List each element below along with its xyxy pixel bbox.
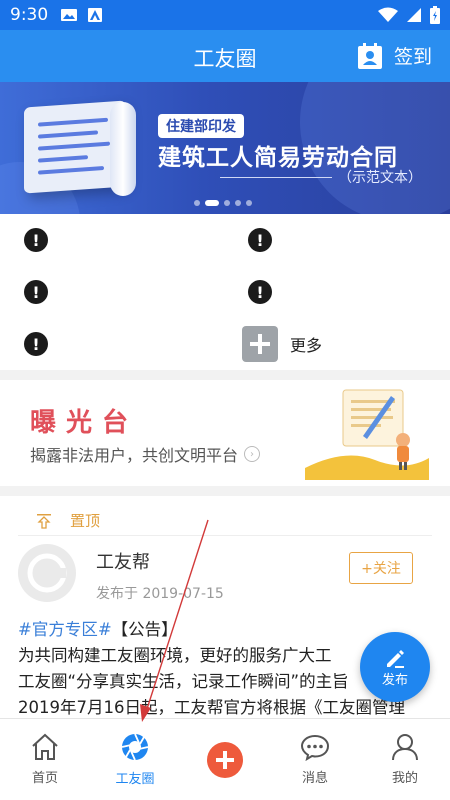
plus-icon (207, 741, 243, 778)
plus-icon (242, 326, 278, 362)
shortcut-item[interactable]: ! (24, 228, 48, 252)
alert-icon: ! (24, 332, 48, 356)
app-screen: 9:30 工友圈 签到 住建部印发 建筑工人简易劳动合同 （示范文本） ! ! … (0, 0, 450, 800)
nav-item-messages[interactable]: 消息 (270, 719, 360, 800)
carousel-dot[interactable] (246, 200, 252, 206)
nav-item-me[interactable]: 我的 (360, 719, 450, 800)
carousel-dot-active[interactable] (205, 200, 219, 206)
carousel-dot[interactable] (194, 200, 200, 206)
post-topic-tag[interactable]: #官方专区# (18, 620, 112, 639)
banner-subtitle: （示范文本） (338, 170, 422, 186)
pin-top-icon (37, 513, 51, 529)
post-line[interactable]: 为共同构建工友圈环境，更好的服务广大工 (18, 642, 332, 666)
home-icon (32, 733, 58, 760)
post-line[interactable]: 工友圈“分享真实生活，记录工作瞬间”的主旨 (18, 668, 349, 692)
shortcut-grid: ! ! ! ! ! 更多 (0, 214, 450, 370)
signal-icon (407, 8, 421, 22)
message-icon (300, 734, 330, 761)
post-author[interactable]: 工友帮 (96, 548, 150, 574)
exposure-description-row: 揭露非法用户，共创文明平台 › (30, 442, 261, 466)
alert-icon: ! (24, 228, 48, 252)
signin-button[interactable]: 签到 (357, 42, 432, 69)
status-bar: 9:30 (0, 0, 450, 30)
carousel-dot[interactable] (235, 200, 241, 206)
carousel-dot[interactable] (224, 200, 230, 206)
pinned-header: 置顶 (18, 506, 432, 536)
avatar[interactable] (18, 544, 76, 602)
alert-icon: ! (24, 280, 48, 304)
exposure-description: 揭露非法用户，共创文明平台 (30, 446, 239, 465)
app-notification-icon (88, 8, 103, 22)
more-shortcuts-button[interactable]: 更多 (242, 326, 322, 362)
status-time: 9:30 (10, 5, 49, 25)
battery-icon (430, 6, 440, 24)
publish-label: 发布 (381, 672, 408, 688)
post-date: 发布于 2019-07-15 (96, 586, 224, 602)
carousel-indicator (194, 200, 252, 206)
shortcut-item[interactable]: ! (248, 280, 272, 304)
publish-fab[interactable]: 发布 (360, 632, 430, 702)
exposure-illustration (305, 389, 429, 480)
nav-label-me: 我的 (391, 771, 418, 786)
pinned-label: 置顶 (70, 512, 101, 530)
follow-button[interactable]: +关注 (349, 552, 413, 584)
nav-label-messages: 消息 (301, 771, 328, 786)
more-label: 更多 (290, 336, 323, 355)
nav-item-home[interactable]: 首页 (0, 719, 90, 800)
chevron-right-icon: › (244, 446, 261, 462)
banner-divider (220, 177, 332, 178)
nav-label-circle: 工友圈 (115, 772, 155, 787)
wifi-icon (378, 7, 398, 22)
post-line-text: 【公告】 (111, 620, 178, 639)
shortcut-item[interactable]: ! (248, 228, 272, 252)
aperture-icon (121, 733, 149, 761)
scroll-roll-illustration (110, 102, 136, 196)
alert-icon: ! (248, 228, 272, 252)
shortcut-item[interactable]: ! (24, 332, 48, 356)
nav-label-home: 首页 (31, 771, 58, 786)
promo-banner[interactable]: 住建部印发 建筑工人简易劳动合同 （示范文本） (0, 82, 450, 214)
nav-item-add[interactable] (180, 719, 270, 800)
signin-label: 签到 (393, 46, 432, 68)
calendar-user-icon (357, 42, 382, 69)
alert-icon: ! (248, 280, 272, 304)
nav-item-circle[interactable]: 工友圈 (90, 719, 180, 800)
exposure-card[interactable]: 曝光台 揭露非法用户，共创文明平台 › (0, 380, 450, 486)
banner-badge: 住建部印发 (158, 114, 244, 138)
bottom-nav: 首页 工友圈 消息 我的 (0, 718, 450, 800)
image-notification-icon (61, 9, 78, 21)
app-header: 工友圈 签到 (0, 30, 450, 82)
post-line[interactable]: 2019年7月16日起，工友帮官方将根据《工友圈管理 (18, 694, 405, 718)
default-avatar-icon (27, 553, 67, 593)
shortcut-item[interactable]: ! (24, 280, 48, 304)
edit-pen-icon (387, 649, 404, 668)
user-icon (392, 734, 418, 761)
post-line[interactable]: #官方专区#【公告】 (18, 616, 178, 640)
exposure-title: 曝光台 (30, 408, 139, 438)
